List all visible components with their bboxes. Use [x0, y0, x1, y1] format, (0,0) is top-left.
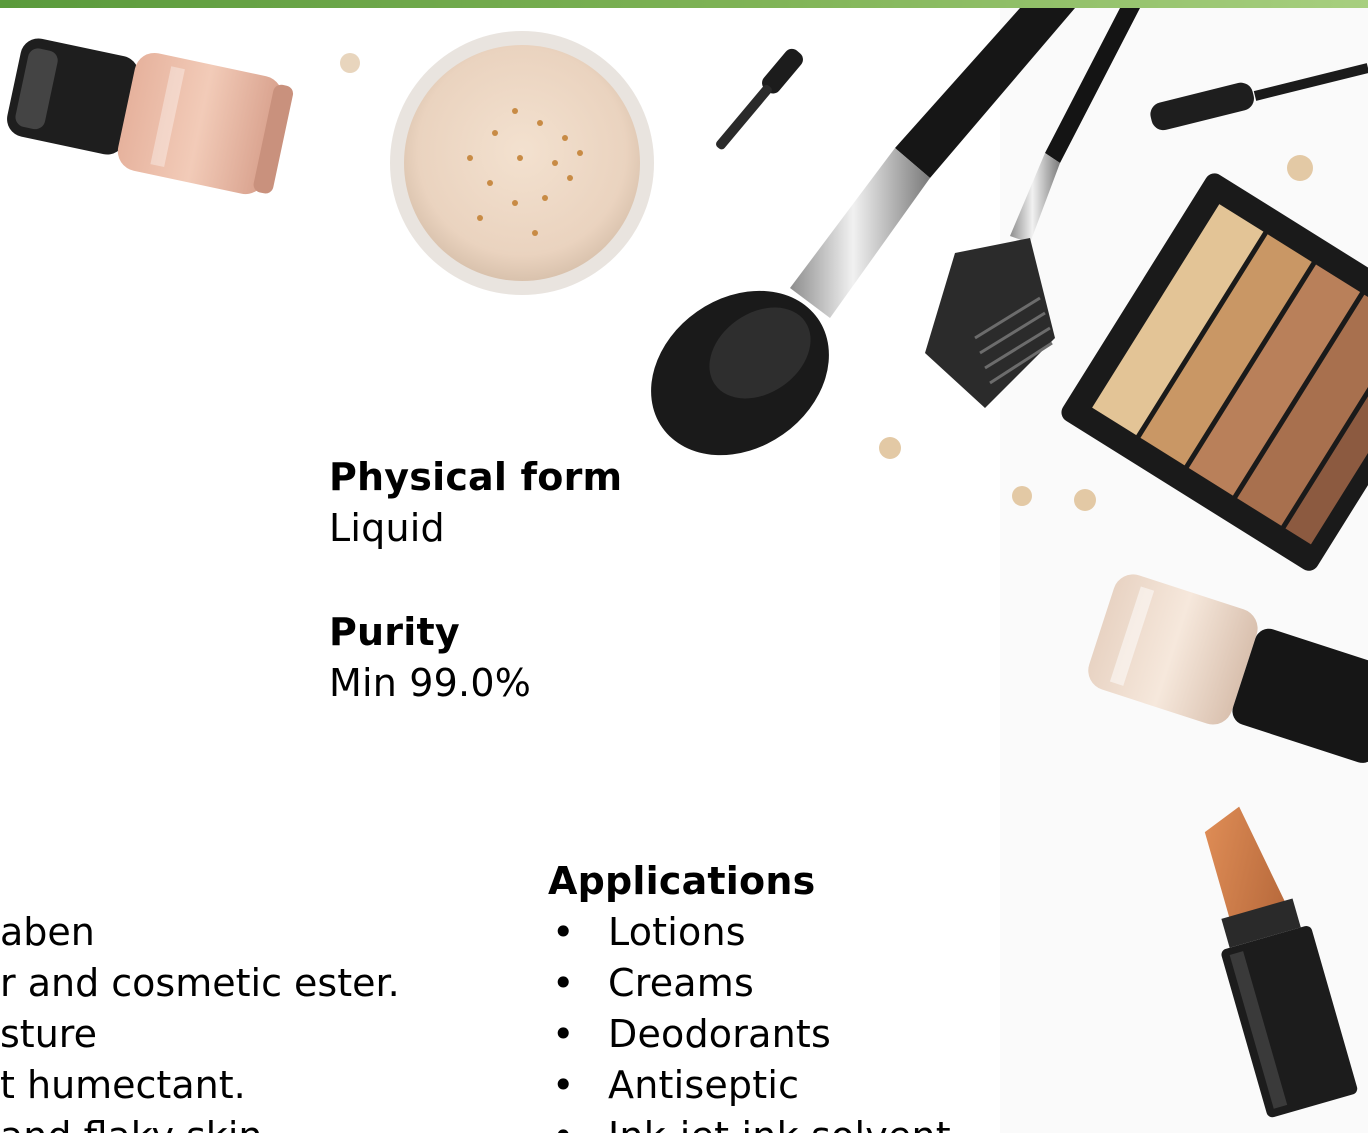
left-line-5: and flaky skin: [0, 1111, 420, 1133]
left-line-4: t humectant.: [0, 1063, 246, 1107]
left-line-1: aben: [0, 910, 95, 954]
application-item: Deodorants: [548, 1009, 951, 1060]
applications-section: Applications Lotions Creams Deodorants A…: [548, 856, 951, 1133]
left-paren-fragment: ): [0, 652, 3, 703]
purity-label: Purity: [329, 610, 460, 654]
application-item: Ink-jet ink solvent: [548, 1111, 951, 1133]
application-item: Antiseptic: [548, 1060, 951, 1111]
left-text-column: aben r and cosmetic ester. sture t humec…: [0, 907, 420, 1133]
physical-form-spec: Physical form Liquid: [329, 452, 622, 554]
loose-powder-icon: [390, 31, 654, 295]
left-line-2: r and cosmetic ester.: [0, 961, 400, 1005]
application-item: Creams: [548, 958, 951, 1009]
application-item: Lotions: [548, 907, 951, 958]
applications-list: Lotions Creams Deodorants Antiseptic Ink…: [548, 907, 951, 1133]
purity-value: Min 99.0%: [329, 661, 532, 705]
accent-bar: [0, 0, 1368, 8]
physical-form-value: Liquid: [329, 506, 445, 550]
physical-form-label: Physical form: [329, 455, 623, 499]
left-line-3: sture: [0, 1012, 97, 1056]
bead-icon: [340, 53, 360, 73]
purity-spec: Purity Min 99.0%: [329, 607, 531, 709]
applications-heading: Applications: [548, 859, 816, 903]
